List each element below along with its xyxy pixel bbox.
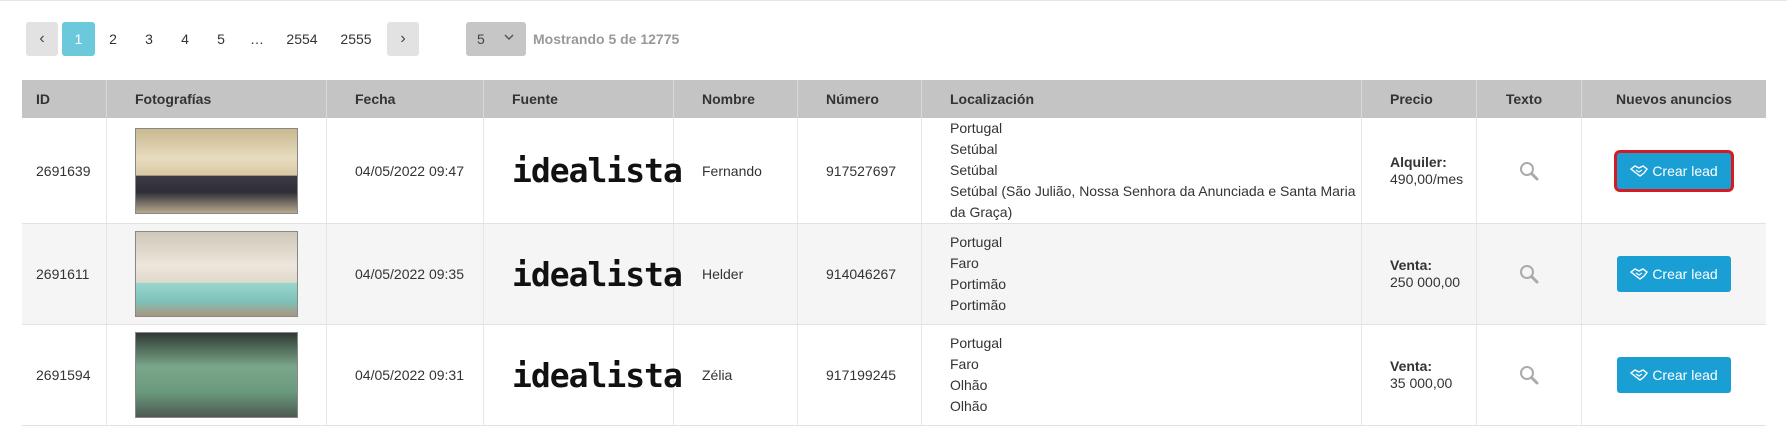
header-precio[interactable]: Precio: [1362, 80, 1477, 118]
location-line: Portimão: [950, 276, 1007, 292]
row-fecha: 04/05/2022 09:47: [327, 118, 484, 223]
create-lead-label: Crear lead: [1652, 162, 1718, 179]
location-cell: Portugal Faro Olhão Olhão: [922, 325, 1362, 425]
create-lead-label: Crear lead: [1652, 266, 1718, 282]
price-type: Venta:: [1390, 358, 1433, 374]
ads-table: ID Fotografías Fecha Fuente Nombre Númer…: [22, 80, 1766, 426]
listing-photo[interactable]: [135, 332, 298, 418]
handshake-icon: [1630, 164, 1649, 177]
idealista-logo[interactable]: idealista: [512, 255, 683, 294]
location-line: Portugal: [950, 120, 1003, 136]
magnifier-icon[interactable]: [1518, 364, 1540, 386]
top-divider: [0, 0, 1787, 1]
prev-page-button[interactable]: ‹: [26, 22, 58, 56]
row-nombre: Fernando: [674, 118, 798, 223]
price-type: Venta:: [1390, 257, 1433, 273]
source-cell: idealista: [484, 224, 683, 324]
source-cell: idealista: [484, 118, 683, 223]
location-cell: Portugal Setúbal Setúbal Setúbal (São Ju…: [922, 118, 1362, 223]
location-line: Portugal: [950, 335, 1003, 351]
location-cell: Portugal Faro Portimão Portimão: [922, 224, 1362, 324]
price-type: Alquiler:: [1390, 153, 1447, 170]
page-button-5[interactable]: 5: [203, 22, 239, 56]
text-cell: [1477, 118, 1582, 223]
table-row[interactable]: 2691639 04/05/2022 09:47 idealista Ferna…: [22, 118, 1766, 224]
location-line: Faro: [950, 356, 979, 372]
text-cell: [1477, 325, 1582, 425]
price-cell: Venta: 250 000,00: [1362, 224, 1477, 324]
magnifier-icon[interactable]: [1518, 160, 1540, 182]
location-line: Faro: [950, 255, 979, 271]
row-id: 2691594: [22, 325, 107, 425]
listing-photo[interactable]: [135, 127, 298, 214]
location-line: Setúbal: [950, 141, 998, 157]
row-fecha: 04/05/2022 09:31: [327, 325, 484, 425]
row-id: 2691639: [22, 118, 107, 223]
table-row[interactable]: 2691611 04/05/2022 09:35 idealista Helde…: [22, 224, 1766, 325]
page-size-value: 5: [477, 31, 485, 47]
price-value: 250 000,00: [1390, 274, 1461, 290]
handshake-icon: [1630, 369, 1649, 381]
row-nombre: Zélia: [674, 325, 798, 425]
photo-cell: [107, 325, 327, 425]
photo-cell: [107, 118, 327, 223]
row-fecha: 04/05/2022 09:35: [327, 224, 484, 324]
header-texto[interactable]: Texto: [1477, 80, 1582, 118]
header-nuevos[interactable]: Nuevos anuncios: [1582, 80, 1766, 118]
header-fotos[interactable]: Fotografías: [107, 80, 327, 118]
new-ad-cell: Crear lead: [1582, 224, 1766, 324]
results-count: Mostrando 5 de 12775: [533, 31, 680, 47]
source-cell: idealista: [484, 325, 683, 425]
create-lead-button[interactable]: Crear lead: [1617, 152, 1731, 189]
price-cell: Venta: 35 000,00: [1362, 325, 1477, 425]
location-line: da Graça): [950, 204, 1013, 220]
handshake-icon: [1630, 268, 1649, 280]
page-button-2555[interactable]: 2555: [329, 22, 383, 56]
next-page-button[interactable]: ›: [387, 22, 419, 56]
listing-photo[interactable]: [135, 231, 298, 317]
table-header: ID Fotografías Fecha Fuente Nombre Númer…: [22, 80, 1766, 118]
row-numero: 917199245: [798, 325, 922, 425]
header-localizacion[interactable]: Localización: [922, 80, 1362, 118]
page-button-2554[interactable]: 2554: [275, 22, 329, 56]
price-value: 35 000,00: [1390, 375, 1453, 391]
page-ellipsis: …: [250, 31, 264, 47]
location-line: Olhão: [950, 398, 988, 414]
magnifier-icon[interactable]: [1518, 263, 1540, 285]
row-numero: 914046267: [798, 224, 922, 324]
idealista-logo[interactable]: idealista: [512, 356, 683, 395]
chevron-down-icon: [504, 34, 514, 41]
price-value: 490,00/mes: [1390, 170, 1464, 187]
header-numero[interactable]: Número: [798, 80, 922, 118]
table-row[interactable]: 2691594 04/05/2022 09:31 idealista Zélia…: [22, 325, 1766, 426]
page-button-2[interactable]: 2: [95, 22, 131, 56]
photo-cell: [107, 224, 327, 324]
location-line: Portugal: [950, 234, 1003, 250]
text-cell: [1477, 224, 1582, 324]
pagination: ‹ 1 2 3 4 5 … 2554 2555 ›: [26, 22, 419, 56]
row-numero: 917527697: [798, 118, 922, 223]
header-nombre[interactable]: Nombre: [674, 80, 798, 118]
location-line: Setúbal (São Julião, Nossa Senhora da An…: [950, 183, 1356, 199]
page-button-1[interactable]: 1: [62, 22, 95, 56]
location-line: Setúbal: [950, 162, 998, 178]
header-fecha[interactable]: Fecha: [327, 80, 484, 118]
row-id: 2691611: [22, 224, 107, 324]
new-ad-cell: Crear lead: [1582, 118, 1766, 223]
header-fuente[interactable]: Fuente: [484, 80, 674, 118]
header-id[interactable]: ID: [22, 80, 107, 118]
location-line: Olhão: [950, 377, 988, 393]
row-nombre: Helder: [674, 224, 798, 324]
create-lead-button[interactable]: Crear lead: [1617, 256, 1731, 292]
page-button-4[interactable]: 4: [167, 22, 203, 56]
idealista-logo[interactable]: idealista: [512, 151, 683, 190]
create-lead-button[interactable]: Crear lead: [1617, 357, 1731, 393]
page-size-select[interactable]: 5: [466, 22, 526, 56]
new-ad-cell: Crear lead: [1582, 325, 1766, 425]
location-line: Portimão: [950, 297, 1007, 313]
page-button-3[interactable]: 3: [131, 22, 167, 56]
price-cell: Alquiler: 490,00/mes: [1362, 118, 1477, 223]
create-lead-label: Crear lead: [1652, 367, 1718, 383]
